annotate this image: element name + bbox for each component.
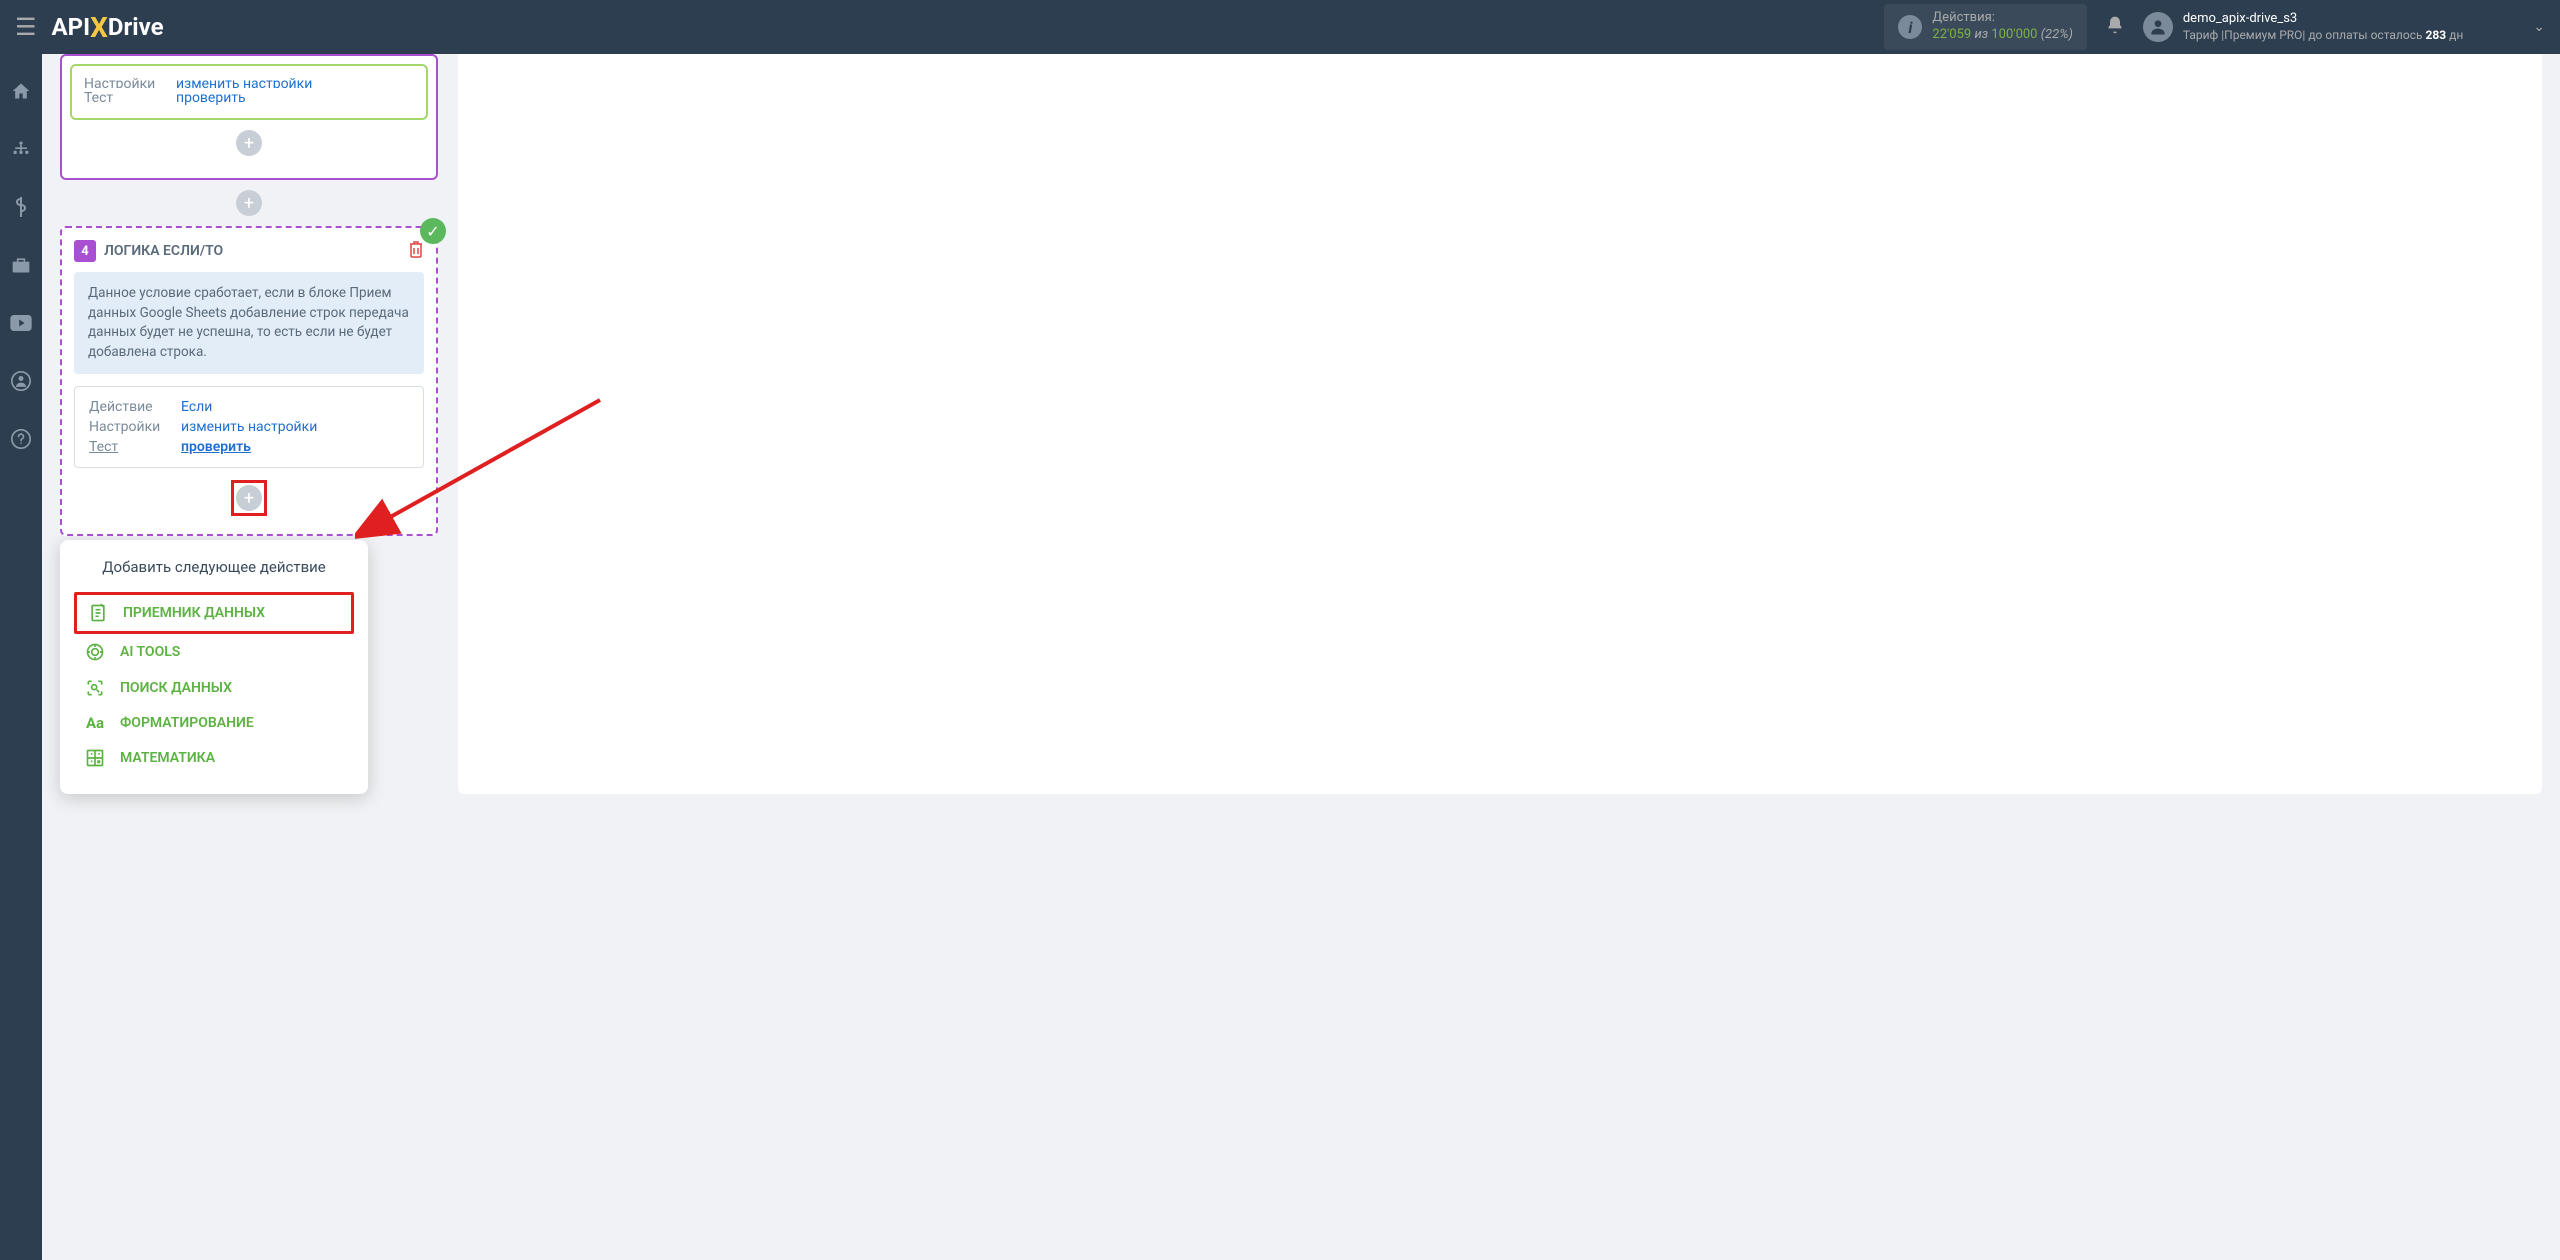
popup-item-label: ФОРМАТИРОВАНИЕ (120, 715, 254, 731)
step-title: ЛОГИКА ЕСЛИ/ТО (104, 243, 400, 259)
sidebar (0, 54, 42, 1260)
add-step-button[interactable]: + (236, 130, 262, 156)
test-link[interactable]: проверить (176, 90, 246, 106)
right-panel (458, 54, 2542, 794)
sidebar-video[interactable] (0, 304, 42, 342)
popup-title: Добавить следующее действие (74, 558, 354, 576)
popup-item-label: AI TOOLS (120, 644, 180, 660)
user-tariff: Тариф |Премиум PRO| до оплаты осталось 2… (2183, 28, 2463, 44)
logo-api: API (52, 13, 91, 41)
menu-icon[interactable]: ☰ (15, 13, 37, 41)
logo-drive: Drive (108, 13, 164, 41)
actions-text: Действия: 22'059 из 100'000 (22%) (1932, 10, 2072, 44)
step-number: 4 (74, 240, 96, 262)
user-name: demo_apix-drive_s3 (2183, 11, 2463, 28)
sidebar-user[interactable] (0, 362, 42, 400)
actions-usage-box[interactable]: i Действия: 22'059 из 100'000 (22%) (1884, 4, 2086, 50)
popup-item-math[interactable]: МАТЕМАТИКА (74, 740, 354, 776)
add-between-button[interactable]: + (236, 190, 262, 216)
inner-green-card: Настройки изменить настройки Тест провер… (70, 64, 428, 120)
format-icon: Aa (84, 714, 106, 732)
popup-item-label: ПОИСК ДАННЫХ (120, 680, 232, 696)
math-icon (84, 748, 106, 768)
app-header: ☰ APIXDrive i Действия: 22'059 из 100'00… (0, 0, 2560, 54)
action-link[interactable]: Если (181, 399, 212, 415)
header-right: i Действия: 22'059 из 100'000 (22%) demo… (1884, 4, 2545, 50)
actions-numbers: 22'059 из 100'000 (22%) (1932, 27, 2072, 44)
check-icon: ✓ (420, 218, 446, 244)
popup-item-ai-tools[interactable]: AI TOOLS (74, 634, 354, 670)
actions-label: Действия: (1932, 10, 2072, 27)
user-text: demo_apix-drive_s3 Тариф |Премиум PRO| д… (2183, 11, 2463, 43)
trash-icon[interactable] (408, 240, 424, 262)
popup-item-formatting[interactable]: Aa ФОРМАТИРОВАНИЕ (74, 706, 354, 740)
popup-item-label: МАТЕМАТИКА (120, 750, 215, 766)
sidebar-help[interactable] (0, 420, 42, 458)
info-box: Данное условие сработает, если в блоке П… (74, 272, 424, 374)
add-next-action-button[interactable]: + (236, 485, 262, 511)
popup-item-label: ПРИЕМНИК ДАННЫХ (123, 605, 265, 621)
search-data-icon (84, 678, 106, 698)
previous-step-card: Настройки изменить настройки Тест провер… (60, 54, 438, 180)
avatar-icon (2143, 12, 2173, 42)
user-menu[interactable]: demo_apix-drive_s3 Тариф |Премиум PRO| д… (2143, 11, 2545, 43)
card-header: 4 ЛОГИКА ЕСЛИ/ТО (74, 240, 424, 262)
popup-item-data-search[interactable]: ПОИСК ДАННЫХ (74, 670, 354, 706)
info-icon: i (1898, 15, 1922, 39)
card-row: Настройки изменить настройки (84, 74, 414, 88)
bell-icon[interactable] (2105, 15, 2125, 40)
clipboard-icon (87, 603, 109, 623)
popup-item-data-receiver[interactable]: ПРИЕМНИК ДАННЫХ (74, 592, 354, 634)
card-row: Тест проверить (84, 88, 414, 108)
sidebar-connections[interactable] (0, 130, 42, 168)
verify-link[interactable]: проверить (181, 439, 251, 455)
logo-x: X (90, 11, 108, 44)
add-highlighted-box: + (231, 480, 267, 516)
chevron-down-icon: ⌄ (2533, 19, 2545, 35)
sidebar-briefcase[interactable] (0, 246, 42, 284)
annotation-arrow (355, 390, 615, 560)
settings-link[interactable]: изменить настройки (176, 76, 312, 86)
ai-icon (84, 642, 106, 662)
change-settings-link[interactable]: изменить настройки (181, 419, 317, 435)
sidebar-home[interactable] (0, 72, 42, 110)
add-action-popup: Добавить следующее действие ПРИЕМНИК ДАН… (60, 540, 368, 794)
sidebar-billing[interactable] (0, 188, 42, 226)
logo[interactable]: APIXDrive (52, 11, 164, 44)
